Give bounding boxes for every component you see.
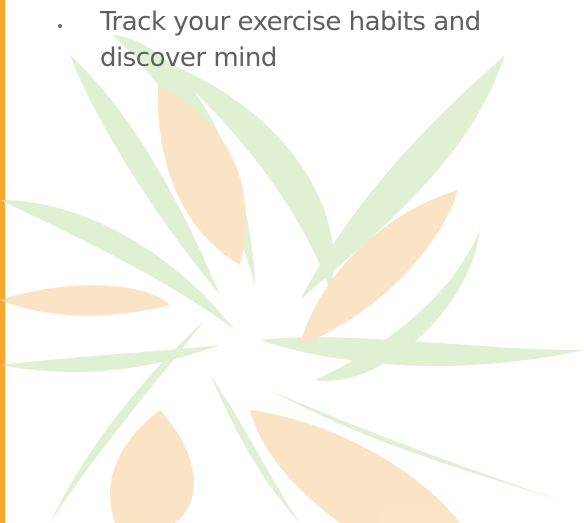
slide: Track your exercise habits and discover … [0,0,584,523]
leaf-orange-4 [110,410,194,523]
bullet-text: Track your exercise habits and discover … [100,7,481,73]
leaf-flower-watermark [0,35,584,523]
bullet-dot [58,24,62,28]
bullet-item: Track your exercise habits and discover … [0,0,584,76]
bullet-list: Track your exercise habits and discover … [0,0,584,76]
leaf-green-10 [0,345,220,373]
leaf-orange-3 [0,285,170,316]
